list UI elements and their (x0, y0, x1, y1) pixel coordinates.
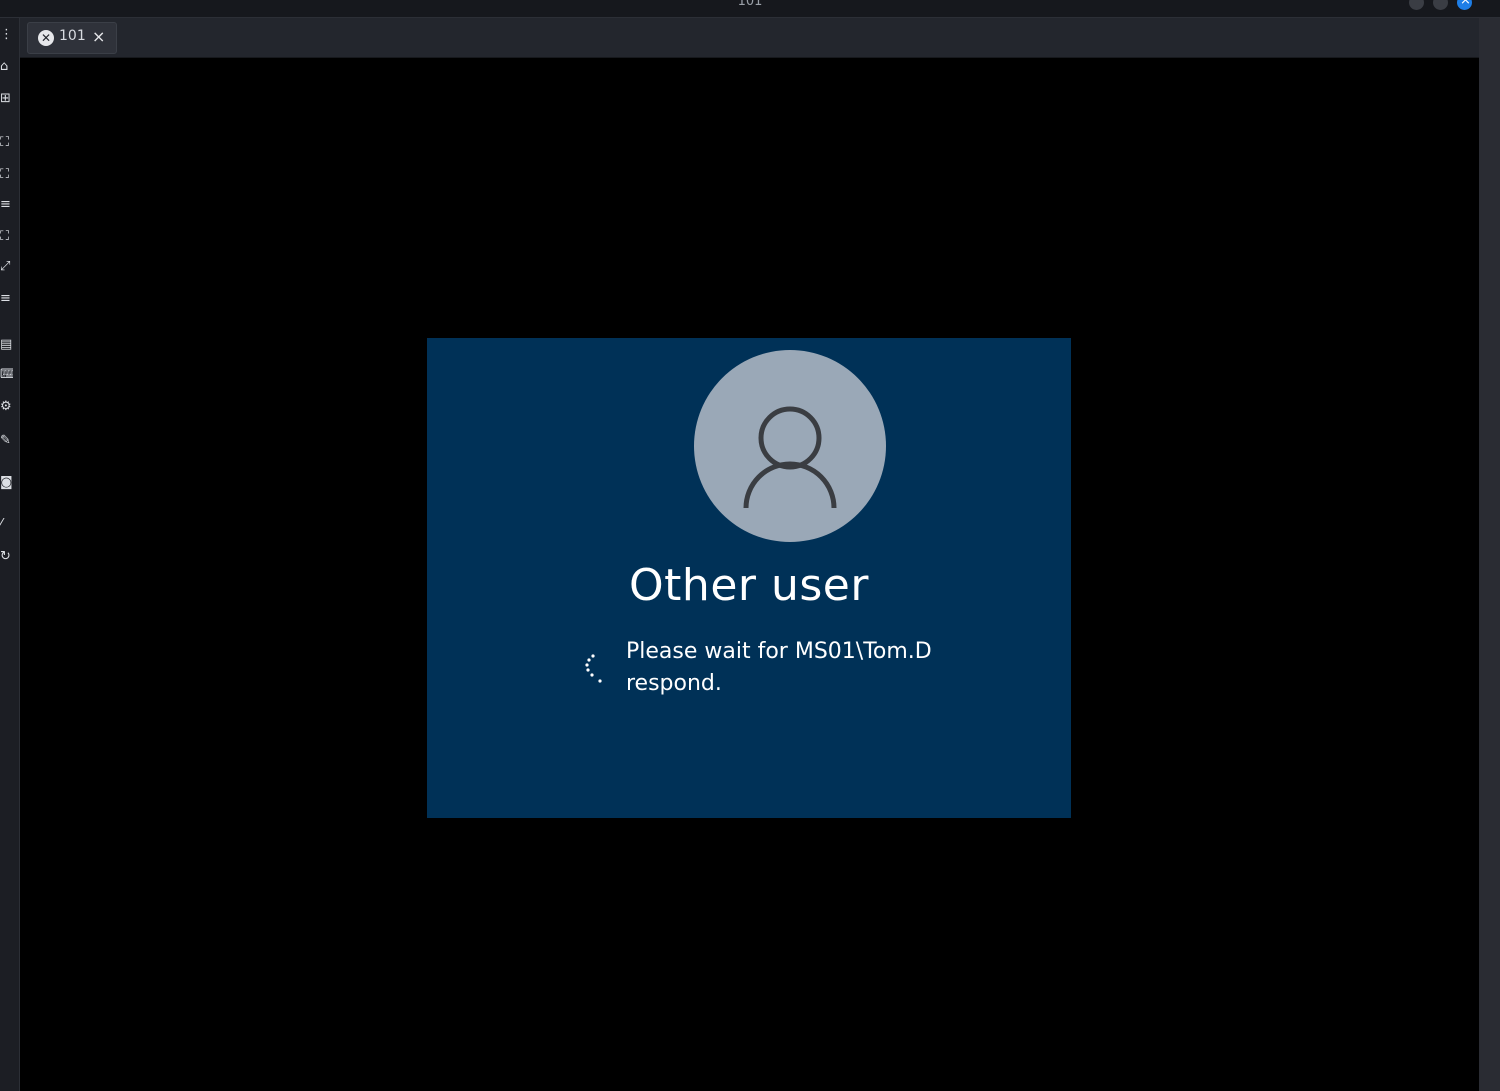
window-right-edge (1479, 18, 1500, 1091)
loading-spinner-icon (585, 654, 602, 683)
expand-icon[interactable]: ⤢ (0, 258, 13, 276)
settings-icon[interactable]: ⚙ (0, 398, 13, 416)
home-icon[interactable]: ⌂ (0, 58, 13, 76)
keyboard-icon[interactable]: ⌨ (0, 366, 13, 384)
tab-label: 101 (59, 28, 86, 44)
pen-icon[interactable]: ⁄ (0, 516, 13, 534)
tab-close-icon[interactable]: × (92, 27, 105, 46)
camera-icon[interactable]: ◙ (0, 474, 13, 492)
menu-icon-2[interactable]: ≡ (0, 290, 13, 308)
window-title-bar: 101 (0, 0, 1500, 18)
shrink-icon[interactable]: ⛶ (0, 228, 13, 246)
login-panel: Other user Please wait for MS01\Tom.D re… (427, 338, 1071, 818)
menu-icon[interactable]: ≡ (0, 196, 13, 214)
vm-icon: ✕ (38, 30, 54, 46)
window-title: 101 (737, 0, 763, 9)
printer-icon[interactable]: ▤ (0, 336, 13, 354)
side-toolbar: ⋮ ⌂ ⊞ ⛶ ⛶ ≡ ⛶ ⤢ ≡ ▤ ⌨ ⚙ ✎ ◙ ⁄ ↻ (0, 18, 20, 1091)
tools-icon[interactable]: ✎ (0, 432, 13, 450)
wait-message: Please wait for MS01\Tom.D respond. (626, 639, 932, 696)
refresh-icon[interactable]: ↻ (0, 548, 13, 566)
fullscreen-icon[interactable]: ⛶ (0, 134, 13, 152)
user-avatar-icon (694, 350, 886, 542)
fit-window-icon[interactable]: ⛶ (0, 166, 13, 184)
tab-101[interactable]: ✕ 101 × (27, 22, 117, 54)
username-label: Other user (629, 560, 869, 611)
new-window-icon[interactable]: ⊞ (0, 90, 13, 108)
grip-icon[interactable]: ⋮ (0, 26, 13, 44)
tab-strip: ✕ 101 × (20, 18, 1479, 58)
